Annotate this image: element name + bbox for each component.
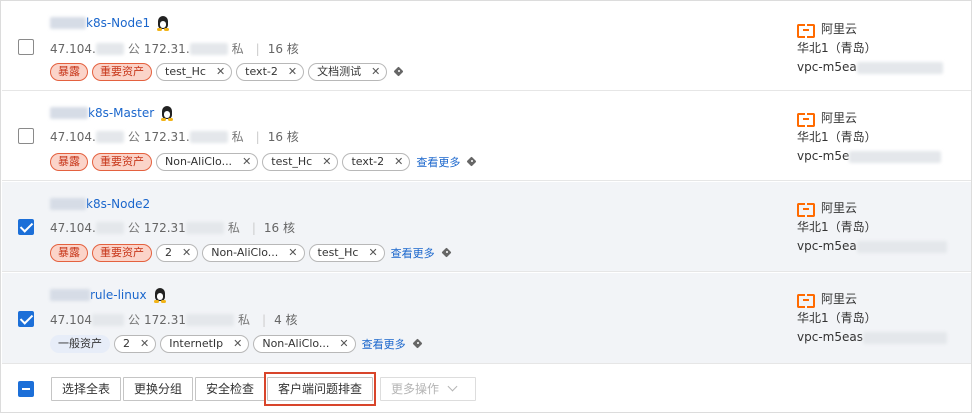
linux-penguin-icon: [153, 287, 167, 303]
batch-action-bar: 选择全表 更换分组 安全检查 客户端问题排查 更多操作: [2, 365, 971, 412]
cloud-info: 阿里云 华北1（青岛） vpc-m5ea: [797, 20, 943, 77]
importance-tag: 重要资产: [92, 244, 152, 262]
remove-tag-icon[interactable]: ✕: [140, 336, 149, 352]
aliyun-logo-icon: [797, 23, 815, 38]
risk-tag: 暴露: [50, 63, 88, 81]
ip-info: 47.104. 公 172.31. 私 | 16 核: [50, 129, 299, 145]
aliyun-logo-icon: [797, 112, 815, 127]
importance-tag: 一般资产: [50, 335, 110, 353]
asset-name-link[interactable]: k8s-Master: [50, 105, 174, 121]
tag-icon[interactable]: [468, 157, 480, 167]
label-tag: 2 ✕: [156, 244, 199, 262]
importance-tag: 重要资产: [92, 63, 152, 81]
vpc-id: vpc-m5e: [797, 149, 850, 163]
region-text: 华北1（青岛）: [797, 311, 877, 325]
asset-row: k8s-Node2 47.104. 公 172.31 私 | 16 核 暴露 重…: [2, 182, 971, 272]
risk-tag: 暴露: [50, 244, 88, 262]
region-text: 华北1（青岛）: [797, 220, 877, 234]
vpc-id: vpc-m5ea: [797, 60, 857, 74]
region-text: 华北1（青岛）: [797, 130, 877, 144]
row-checkbox[interactable]: [18, 311, 34, 327]
tag-list: 暴露 重要资产 test_Hc ✕ text-2 ✕ 文档测试 ✕: [50, 63, 407, 81]
view-more-link[interactable]: 查看更多: [391, 245, 435, 261]
label-tag: Non-AliClo... ✕: [156, 153, 259, 171]
label-tag: test_Hc ✕: [308, 244, 385, 262]
risk-tag: 暴露: [50, 153, 88, 171]
cloud-info: 阿里云 华北1（青岛） vpc-m5e: [797, 109, 942, 166]
row-checkbox[interactable]: [18, 219, 34, 235]
label-tag: Non-AliClo... ✕: [253, 335, 356, 353]
view-more-link[interactable]: 查看更多: [362, 336, 406, 352]
vpc-id: vpc-m5ea: [797, 239, 857, 253]
importance-tag: 重要资产: [92, 153, 152, 171]
linux-penguin-icon: [156, 15, 170, 31]
select-all-button[interactable]: 选择全表: [51, 377, 122, 401]
asset-name-link[interactable]: k8s-Node2: [50, 197, 150, 211]
vpc-id: vpc-m5eas: [797, 330, 863, 344]
label-tag: text-2 ✕: [342, 153, 411, 171]
label-tag: 2 ✕: [114, 335, 157, 353]
tag-list: 一般资产 2 ✕ InternetIp ✕ Non-AliClo... ✕ 查看更多: [50, 335, 426, 353]
asset-name-link[interactable]: rule-linux: [50, 287, 167, 303]
select-all-checkbox[interactable]: [18, 381, 34, 397]
linux-penguin-icon: [160, 105, 174, 121]
asset-list-panel: k8s-Node1 47.104. 公 172.31. 私 | 16 核 暴露 …: [0, 0, 972, 413]
remove-tag-icon[interactable]: ✕: [288, 245, 297, 261]
view-more-link[interactable]: 查看更多: [416, 154, 460, 170]
tag-icon[interactable]: [443, 248, 455, 258]
highlight-box: [264, 372, 376, 406]
label-tag: test_Hc ✕: [262, 153, 339, 171]
remove-tag-icon[interactable]: ✕: [242, 154, 251, 170]
more-actions-dropdown[interactable]: 更多操作: [380, 377, 476, 401]
security-check-button[interactable]: 安全检查: [195, 377, 266, 401]
remove-tag-icon[interactable]: ✕: [182, 245, 191, 261]
tag-list: 暴露 重要资产 Non-AliClo... ✕ test_Hc ✕ text-2 ✕ …: [50, 153, 480, 171]
chevron-down-icon: [447, 381, 458, 392]
label-tag: Non-AliClo... ✕: [202, 244, 305, 262]
redacted-text: [50, 17, 86, 29]
tag-list: 暴露 重要资产 2 ✕ Non-AliClo... ✕ test_Hc ✕ 查看更多: [50, 244, 455, 262]
region-text: 华北1（青岛）: [797, 41, 877, 55]
cloud-info: 阿里云 华北1（青岛） vpc-m5ea: [797, 199, 947, 256]
remove-tag-icon[interactable]: ✕: [394, 154, 403, 170]
cloud-info: 阿里云 华北1（青岛） vpc-m5eas: [797, 290, 947, 347]
asset-row: k8s-Node1 47.104. 公 172.31. 私 | 16 核 暴露 …: [2, 2, 971, 91]
remove-tag-icon[interactable]: ✕: [368, 245, 377, 261]
remove-tag-icon[interactable]: ✕: [371, 64, 380, 80]
label-tag: text-2 ✕: [236, 63, 305, 81]
tag-icon[interactable]: [414, 339, 426, 349]
asset-row: k8s-Master 47.104. 公 172.31. 私 | 16 核 暴露…: [2, 92, 971, 181]
remove-tag-icon[interactable]: ✕: [216, 64, 225, 80]
aliyun-logo-icon: [797, 293, 815, 308]
remove-tag-icon[interactable]: ✕: [339, 336, 348, 352]
ip-info: 47.104. 公 172.31. 私 | 16 核: [50, 41, 299, 57]
aliyun-logo-icon: [797, 202, 815, 217]
tag-icon[interactable]: [395, 67, 407, 77]
label-tag: InternetIp ✕: [160, 335, 250, 353]
label-tag: test_Hc ✕: [156, 63, 233, 81]
row-checkbox[interactable]: [18, 128, 34, 144]
asset-name-link[interactable]: k8s-Node1: [50, 15, 170, 31]
ip-info: 47.104 公 172.31 私 | 4 核: [50, 312, 298, 328]
remove-tag-icon[interactable]: ✕: [233, 336, 242, 352]
ip-info: 47.104. 公 172.31 私 | 16 核: [50, 220, 295, 236]
remove-tag-icon[interactable]: ✕: [288, 64, 297, 80]
asset-row: rule-linux 47.104 公 172.31 私 | 4 核 一般资产 …: [2, 273, 971, 364]
remove-tag-icon[interactable]: ✕: [322, 154, 331, 170]
label-tag: 文档测试 ✕: [308, 63, 388, 81]
row-checkbox[interactable]: [18, 39, 34, 55]
change-group-button[interactable]: 更换分组: [123, 377, 194, 401]
